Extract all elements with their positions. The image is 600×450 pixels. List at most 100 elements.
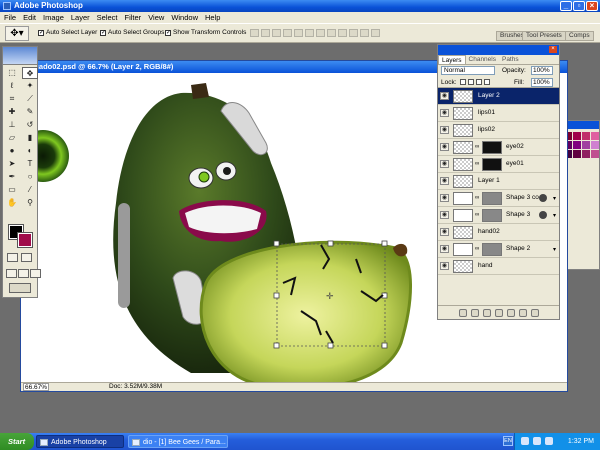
swatch[interactable] [573, 150, 581, 158]
lock-position-icon[interactable] [476, 79, 482, 85]
lasso-tool-icon[interactable]: ℓ [4, 80, 20, 92]
swatch[interactable] [582, 150, 590, 158]
adobe-feather-icon[interactable] [3, 47, 37, 65]
align-bottom-icon[interactable] [272, 29, 281, 37]
opacity-input[interactable]: 100% [531, 66, 553, 75]
crop-tool-icon[interactable]: ⌗ [4, 93, 20, 105]
eye-icon[interactable]: ◉ [440, 92, 449, 100]
layer-row[interactable]: ◉ lips02 [438, 122, 559, 139]
layer-row[interactable]: ◉ Layer 2 [438, 88, 559, 105]
doc-size-info[interactable]: Doc: 3.52M/9.38M [109, 383, 162, 391]
eraser-tool-icon[interactable]: ▱ [4, 132, 20, 144]
menu-image[interactable]: Image [43, 13, 64, 22]
new-layer-icon[interactable] [518, 309, 527, 317]
layer-row[interactable]: ◉ ∞ Shape 3 co... ▾ [438, 190, 559, 207]
eye-icon[interactable]: ◉ [440, 126, 449, 134]
menu-window[interactable]: Window [171, 13, 198, 22]
notes-tool-icon[interactable]: ▭ [4, 184, 20, 196]
slice-tool-icon[interactable]: ⟋ [22, 93, 38, 105]
language-indicator[interactable]: EN [503, 436, 513, 446]
lock-all-icon[interactable] [484, 79, 490, 85]
eye-icon[interactable]: ◉ [440, 109, 449, 117]
eyedropper-tool-icon[interactable]: ⁄ [22, 184, 38, 196]
eye-icon[interactable]: ◉ [440, 177, 449, 185]
menu-layer[interactable]: Layer [71, 13, 90, 22]
tab-channels[interactable]: Channels [466, 55, 499, 64]
eye-icon[interactable]: ◉ [440, 262, 449, 270]
transform-handle[interactable] [327, 240, 334, 247]
layer-style-icon[interactable] [539, 211, 547, 219]
marquee-tool-icon[interactable]: ⬚ [4, 67, 20, 79]
expand-arrow-icon[interactable]: ▾ [553, 212, 556, 219]
tab-comps[interactable]: Comps [565, 31, 594, 41]
delete-layer-icon[interactable] [530, 309, 539, 317]
full-screen-icon[interactable] [30, 269, 41, 278]
link-layers-icon[interactable] [458, 309, 467, 317]
transform-handle[interactable] [273, 240, 280, 247]
lock-transparency-icon[interactable] [460, 79, 466, 85]
zoom-field[interactable]: 66.67% [23, 383, 49, 391]
zoom-tool-icon[interactable]: ⚲ [22, 197, 38, 209]
swatch[interactable] [591, 132, 599, 140]
layer-row[interactable]: ◉ hand [438, 258, 559, 275]
swatch[interactable] [582, 141, 590, 149]
menu-edit[interactable]: Edit [23, 13, 36, 22]
jump-to-imageready-icon[interactable] [9, 283, 31, 293]
eye-icon[interactable]: ◉ [440, 194, 449, 202]
auto-select-layer-checkbox[interactable]: ✓ Auto Select Layer [38, 29, 97, 36]
tab-tool-presets[interactable]: Tool Presets [522, 31, 566, 41]
background-color-swatch[interactable] [17, 232, 33, 248]
quick-mask-mode-icon[interactable] [21, 253, 32, 262]
transform-handle[interactable] [381, 342, 388, 349]
pen-tool-icon[interactable]: ✒ [4, 171, 20, 183]
eye-icon[interactable]: ◉ [440, 228, 449, 236]
gradient-tool-icon[interactable]: ▮ [22, 132, 38, 144]
swatch[interactable] [573, 141, 581, 149]
menu-filter[interactable]: Filter [125, 13, 142, 22]
swatch[interactable] [582, 132, 590, 140]
blend-mode-select[interactable]: Normal [441, 66, 495, 75]
standard-mode-icon[interactable] [7, 253, 18, 262]
lock-pixels-icon[interactable] [468, 79, 474, 85]
minimize-button[interactable]: _ [560, 1, 572, 11]
full-screen-menu-icon[interactable] [18, 269, 29, 278]
close-icon[interactable]: × [549, 46, 557, 53]
layer-style-icon[interactable] [539, 194, 547, 202]
transform-handle[interactable] [273, 342, 280, 349]
align-left-icon[interactable] [283, 29, 292, 37]
distribute-hcenter-icon[interactable] [360, 29, 369, 37]
layer-row[interactable]: ◉ hand02 [438, 224, 559, 241]
move-tool-icon[interactable]: ✥ [22, 67, 38, 79]
layer-row[interactable]: ◉ ∞ Shape 3 ▾ [438, 207, 559, 224]
fill-input[interactable]: 100% [531, 78, 553, 87]
history-brush-tool-icon[interactable]: ↺ [22, 119, 38, 131]
layer-row[interactable]: ◉ ∞ eye01 [438, 156, 559, 173]
type-tool-icon[interactable]: T [22, 158, 38, 170]
new-adjustment-layer-icon[interactable] [506, 309, 515, 317]
volume-icon[interactable] [533, 437, 541, 445]
swatch[interactable] [591, 141, 599, 149]
menu-select[interactable]: Select [97, 13, 118, 22]
clone-stamp-tool-icon[interactable]: ⊥ [4, 119, 20, 131]
show-transform-controls-checkbox[interactable]: ✓ Show Transform Controls [165, 29, 246, 36]
taskbar-photoshop[interactable]: Adobe Photoshop [36, 435, 124, 448]
align-hcenter-icon[interactable] [294, 29, 303, 37]
eye-icon[interactable]: ◉ [440, 160, 449, 168]
transform-handle[interactable] [273, 292, 280, 299]
expand-arrow-icon[interactable]: ▾ [553, 195, 556, 202]
vector-mask-thumbnail[interactable] [482, 192, 502, 205]
maximize-button[interactable]: ▫ [573, 1, 585, 11]
healing-brush-tool-icon[interactable]: ✚ [4, 106, 20, 118]
vector-mask-thumbnail[interactable] [482, 209, 502, 222]
swatch[interactable] [591, 150, 599, 158]
layer-mask-thumbnail[interactable] [482, 158, 502, 171]
layer-row[interactable]: ◉ ∞ Shape 2 ▾ [438, 241, 559, 258]
layer-mask-thumbnail[interactable] [482, 141, 502, 154]
standard-screen-icon[interactable] [6, 269, 17, 278]
tab-paths[interactable]: Paths [499, 55, 522, 64]
hand-tool-icon[interactable]: ✋ [4, 197, 20, 209]
swatch[interactable] [573, 132, 581, 140]
tab-layers[interactable]: Layers [438, 55, 466, 64]
dodge-tool-icon[interactable]: ◐ [22, 145, 38, 157]
menu-file[interactable]: File [4, 13, 16, 22]
